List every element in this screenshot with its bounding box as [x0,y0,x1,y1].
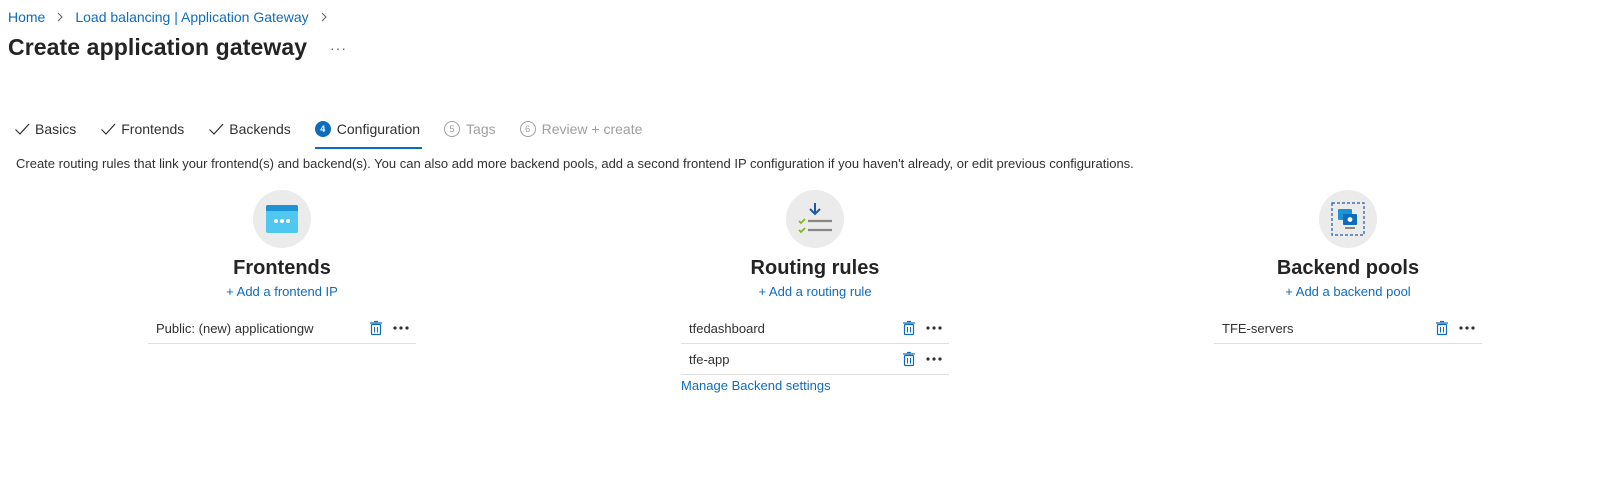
more-options-icon[interactable] [392,319,410,337]
list-item-label: tfe-app [689,351,730,367]
list-item[interactable]: tfe-app [681,344,949,375]
more-options-icon[interactable] [925,319,943,337]
backend-pools-list: TFE-servers [1214,313,1482,344]
tab-frontends[interactable]: Frontends [100,115,184,143]
chevron-right-icon [52,9,68,25]
configuration-description: Create routing rules that link your fron… [16,156,1134,171]
list-item-label: Public: (new) applicationgw [156,320,314,336]
backend-pools-title: Backend pools [1276,257,1420,279]
page-title: Create application gateway [8,34,308,60]
routing-rules-list: tfedashboard tfe-app Manage Backend sett… [681,313,949,393]
frontends-list: Public: (new) applicationgw [148,313,416,344]
tab-label: Backends [229,121,291,137]
checkmark-icon [15,123,30,135]
list-item[interactable]: Public: (new) applicationgw [148,313,416,344]
manage-backend-settings-link[interactable]: Manage Backend settings [681,378,949,393]
tab-review-create[interactable]: 6 Review + create [519,115,643,143]
more-options-button[interactable]: ··· [330,40,347,56]
delete-icon[interactable] [901,351,917,367]
breadcrumb-load-balancing[interactable]: Load balancing | Application Gateway [75,9,308,25]
add-backend-pool-link[interactable]: + Add a backend pool [1214,284,1482,299]
checkmark-icon [101,123,116,135]
wizard-tabs: Basics Frontends Backends 4 Configuratio… [14,115,666,149]
list-item-label: TFE-servers [1222,320,1294,336]
frontend-icon [253,190,311,248]
tab-configuration[interactable]: 4 Configuration [314,115,423,149]
list-item[interactable]: tfedashboard [681,313,949,344]
delete-icon[interactable] [1434,320,1450,336]
more-options-icon[interactable] [925,350,943,368]
routing-rules-title: Routing rules [750,257,880,279]
step-number-badge: 4 [314,121,331,137]
more-options-icon[interactable] [1458,319,1476,337]
tab-label: Frontends [121,121,185,137]
list-item[interactable]: TFE-servers [1214,313,1482,344]
add-frontend-ip-link[interactable]: + Add a frontend IP [148,284,416,299]
tab-label: Basics [35,121,77,137]
delete-icon[interactable] [901,320,917,336]
tab-label: Review + create [541,121,643,137]
tab-label: Configuration [336,121,421,137]
tab-basics[interactable]: Basics [14,115,76,143]
step-number-badge: 5 [444,121,461,137]
breadcrumb-home[interactable]: Home [8,9,45,25]
frontends-title: Frontends [233,257,331,279]
delete-icon[interactable] [368,320,384,336]
tab-backends[interactable]: Backends [208,115,291,143]
backend-pool-icon [1319,190,1377,248]
tab-label: Tags [466,121,496,137]
checkmark-icon [209,123,224,135]
tab-tags[interactable]: 5 Tags [444,115,496,143]
step-number-badge: 6 [519,121,536,137]
breadcrumb: Home Load balancing | Application Gatewa… [8,9,339,25]
chevron-right-icon [316,9,332,25]
list-item-label: tfedashboard [689,320,765,336]
routing-rules-icon [786,190,844,248]
add-routing-rule-link[interactable]: + Add a routing rule [681,284,949,299]
